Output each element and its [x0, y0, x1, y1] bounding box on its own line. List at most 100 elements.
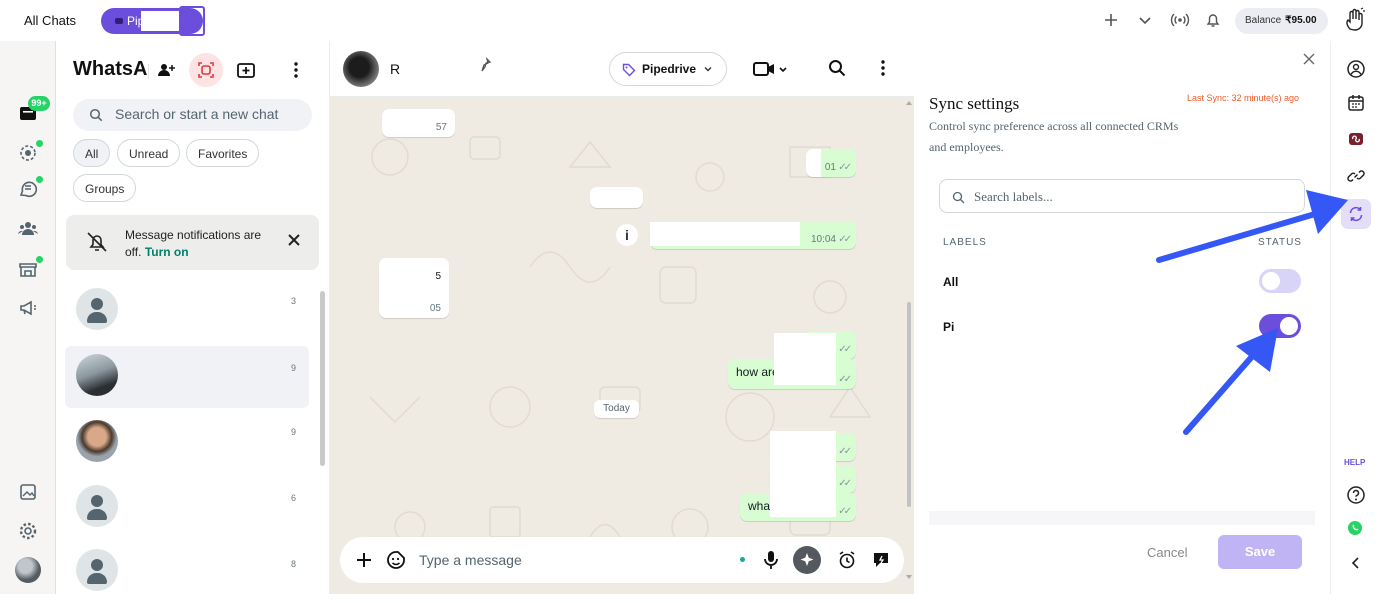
filter-groups[interactable]: Groups: [73, 174, 137, 202]
whatsapp-icon[interactable]: [1348, 521, 1362, 535]
pipedrive-button-label: Pipedrive: [642, 62, 697, 76]
turn-on-link[interactable]: Turn on: [145, 245, 189, 259]
outgoing-message[interactable]: 10:04 ✓✓: [650, 221, 856, 249]
tab-pipedrive-label[interactable]: Pip: [101, 6, 205, 36]
top-bar: All Chats Pip Balance ₹95.00: [0, 0, 1380, 41]
label-name: All: [943, 275, 959, 289]
save-button[interactable]: Save: [1218, 535, 1302, 569]
toggle-pipedrive[interactable]: [1259, 314, 1301, 338]
redaction-mask: [141, 11, 179, 31]
pin-icon: [478, 57, 492, 73]
labels-search-placeholder: Search labels...: [974, 189, 1053, 204]
message-time: 05: [429, 303, 441, 314]
notification-banner: Message notifications are off. Turn on: [66, 215, 319, 270]
tab-all-chats[interactable]: All Chats: [24, 13, 76, 28]
link-icon[interactable]: [1346, 166, 1366, 186]
menu-kebab-icon[interactable]: [873, 58, 893, 78]
chat-row[interactable]: 6: [65, 477, 309, 539]
message-text: wha: [748, 499, 771, 513]
calendar-icon[interactable]: [1346, 93, 1366, 113]
conversation-scrollbar[interactable]: [905, 97, 913, 587]
outgoing-message[interactable]: 01 ✓✓: [806, 149, 856, 177]
redaction-mask: [770, 431, 836, 517]
quick-reply-icon[interactable]: [870, 549, 892, 571]
chat-search-input[interactable]: Search or start a new chat: [73, 99, 312, 131]
message-time: 57: [435, 122, 447, 133]
message-composer[interactable]: Type a message: [340, 537, 904, 583]
new-chat-icon[interactable]: [235, 59, 257, 81]
video-call-icon[interactable]: [753, 58, 789, 80]
search-icon[interactable]: [827, 58, 847, 78]
typing-dot: [740, 557, 745, 562]
double-check-icon: ✓✓: [838, 446, 852, 457]
labels-search-input[interactable]: Search labels...: [939, 179, 1305, 213]
chat-time: 6: [291, 493, 297, 503]
incoming-message[interactable]: 5 05: [379, 258, 449, 318]
media-icon[interactable]: [17, 481, 39, 503]
double-check-icon: ✓✓: [838, 162, 852, 173]
menu-kebab-icon[interactable]: [285, 59, 307, 81]
attach-plus-icon[interactable]: [354, 550, 374, 570]
broadcast-icon[interactable]: [1170, 10, 1190, 30]
search-icon: [952, 191, 965, 204]
settings-gear-icon[interactable]: [17, 520, 39, 542]
balance-label: Balance: [1245, 15, 1282, 26]
megaphone-icon[interactable]: [17, 297, 39, 319]
channels-dot: [36, 176, 43, 183]
contact-avatar[interactable]: [343, 51, 379, 87]
chat-row-selected[interactable]: 9: [65, 346, 309, 408]
chat-row[interactable]: 9: [65, 412, 309, 474]
double-check-icon: ✓✓: [838, 374, 852, 385]
ai-sparkle-icon[interactable]: [793, 546, 821, 574]
label-icon: [115, 18, 123, 24]
wave-hand-icon[interactable]: [1342, 7, 1368, 33]
collapse-chevron-icon[interactable]: [1346, 553, 1366, 573]
app-title: WhatsApp: [73, 58, 149, 80]
bell-icon[interactable]: [1203, 10, 1223, 30]
close-icon[interactable]: [286, 228, 302, 248]
user-circle-icon[interactable]: [1346, 59, 1366, 79]
tag-icon: [622, 63, 636, 77]
sync-description: Control sync preference across all conne…: [929, 119, 1179, 154]
left-rail: 99+: [0, 41, 56, 594]
balance-badge[interactable]: Balance ₹95.00: [1235, 8, 1328, 34]
chat-list-scrollbar[interactable]: [320, 291, 325, 466]
filter-favorites[interactable]: Favorites: [186, 139, 260, 167]
profile-avatar[interactable]: [15, 557, 41, 583]
message-text: 5: [435, 271, 441, 282]
cancel-button[interactable]: Cancel: [1147, 545, 1187, 560]
chat-time: 3: [291, 296, 297, 306]
message-text: how are: [736, 365, 779, 379]
incoming-message[interactable]: 57: [382, 109, 455, 137]
chat-row[interactable]: 3: [65, 280, 309, 342]
close-icon[interactable]: [1303, 53, 1315, 65]
toggle-all[interactable]: [1259, 269, 1301, 293]
conversation-header: R Pipedrive: [330, 41, 914, 97]
avatar: [76, 485, 118, 527]
contact-name[interactable]: R: [390, 61, 400, 77]
right-rail: HELP: [1330, 41, 1380, 594]
incoming-message[interactable]: [590, 187, 643, 208]
info-icon[interactable]: i: [616, 224, 638, 246]
pipedrive-button[interactable]: Pipedrive: [609, 52, 727, 86]
integration-icon[interactable]: [1346, 129, 1366, 149]
chevron-down-icon[interactable]: [1135, 10, 1155, 30]
filter-unread[interactable]: Unread: [117, 139, 181, 167]
scan-icon[interactable]: [189, 53, 223, 87]
microphone-icon[interactable]: [761, 549, 781, 571]
new-contact-icon[interactable]: [155, 59, 177, 81]
message-time: 01: [824, 162, 836, 173]
plus-icon[interactable]: [1101, 10, 1121, 30]
unread-badge: 99+: [28, 96, 50, 111]
labels-column-header: LABELS: [943, 237, 987, 248]
sticker-icon[interactable]: [385, 549, 407, 571]
schedule-icon[interactable]: [836, 549, 858, 571]
store-dot: [36, 256, 43, 263]
filter-all[interactable]: All: [73, 139, 111, 167]
last-sync-status: Last Sync: 32 minute(s) ago: [1187, 93, 1300, 103]
sync-tab-active[interactable]: [1341, 199, 1371, 229]
help-question-icon[interactable]: [1346, 485, 1366, 505]
search-icon: [89, 108, 103, 122]
notification-text: Message notifications are off. Turn on: [125, 227, 275, 261]
communities-icon[interactable]: [17, 217, 39, 239]
